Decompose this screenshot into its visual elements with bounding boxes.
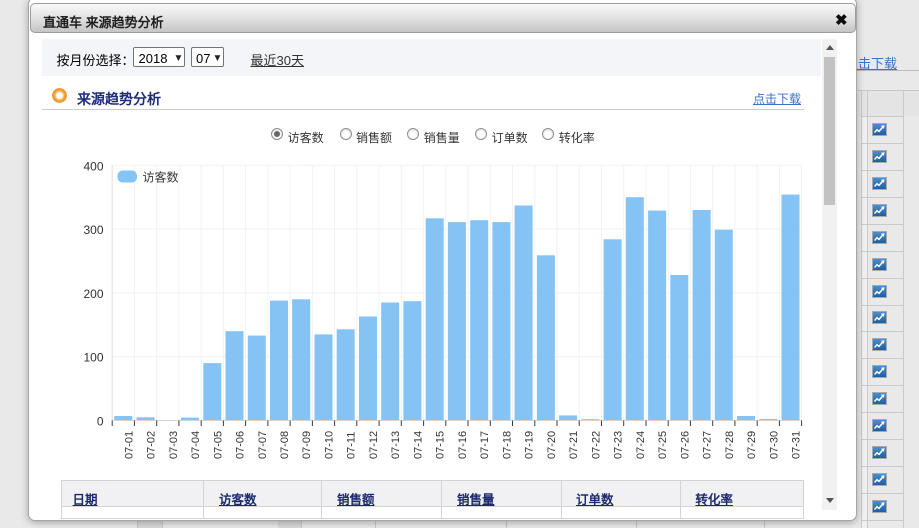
svg-text:07-08: 07-08 (279, 431, 291, 459)
svg-text:07-18: 07-18 (501, 431, 513, 459)
svg-text:访客数: 访客数 (143, 170, 179, 185)
svg-text:07-31: 07-31 (791, 431, 803, 459)
svg-text:07-22: 07-22 (590, 431, 602, 459)
svg-text:07-13: 07-13 (390, 431, 402, 459)
svg-text:0: 0 (97, 415, 104, 429)
svg-text:07-12: 07-12 (368, 431, 380, 459)
svg-text:07-04: 07-04 (190, 431, 202, 459)
svg-text:07-14: 07-14 (412, 431, 424, 459)
svg-text:07-19: 07-19 (524, 431, 536, 459)
svg-text:07-02: 07-02 (146, 431, 158, 459)
svg-text:07-05: 07-05 (212, 431, 224, 459)
svg-text:07-09: 07-09 (301, 431, 313, 459)
svg-text:07-10: 07-10 (324, 431, 336, 459)
svg-text:200: 200 (83, 287, 103, 301)
svg-text:07-30: 07-30 (768, 431, 780, 459)
svg-text:07-20: 07-20 (546, 431, 558, 459)
svg-text:07-25: 07-25 (657, 431, 669, 459)
svg-text:07-26: 07-26 (679, 431, 691, 459)
svg-text:07-11: 07-11 (346, 432, 358, 459)
svg-text:07-07: 07-07 (257, 431, 269, 459)
svg-text:07-23: 07-23 (613, 431, 625, 459)
svg-text:07-21: 07-21 (568, 431, 580, 459)
svg-text:07-24: 07-24 (635, 431, 647, 459)
svg-text:300: 300 (83, 223, 103, 237)
svg-text:07-03: 07-03 (168, 431, 180, 459)
svg-text:07-17: 07-17 (479, 431, 491, 459)
svg-text:07-06: 07-06 (235, 431, 247, 459)
svg-text:400: 400 (83, 159, 103, 173)
svg-text:07-29: 07-29 (746, 431, 758, 459)
svg-text:07-28: 07-28 (724, 431, 736, 459)
svg-text:07-01: 07-01 (123, 431, 135, 459)
svg-text:07-27: 07-27 (702, 431, 714, 459)
svg-text:07-15: 07-15 (435, 431, 447, 459)
svg-text:07-16: 07-16 (457, 431, 469, 459)
svg-text:100: 100 (83, 351, 103, 365)
